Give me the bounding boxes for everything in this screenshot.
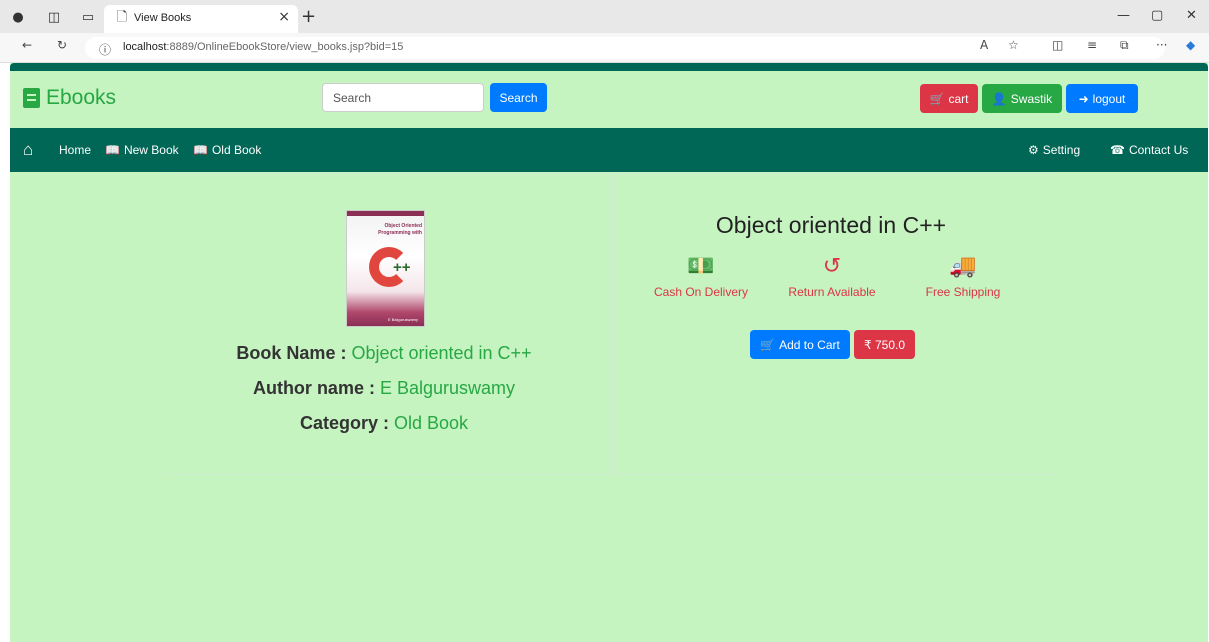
truck-icon: 🚚 [949,253,977,278]
nav-home-label: Home [59,143,92,157]
open-book-icon: 📖 [193,143,208,157]
workspaces-icon[interactable]: ◫ [46,9,62,25]
user-button[interactable]: 👤 Swastik [982,84,1062,113]
search-input[interactable] [322,83,484,112]
author-value: E Balguruswamy [379,378,516,398]
add-to-cart-label: Add to Cart [779,337,840,352]
info-icon[interactable]: ⓘ [99,41,111,58]
brand-logo[interactable]: Ebooks [23,86,116,110]
collections-icon[interactable]: ⧉ [1120,38,1129,53]
book-name-line: Book Name : Object oriented in C++ [160,343,608,364]
cover-title: Object Oriented Programming with [378,223,422,236]
nav-setting-label: Setting [1042,143,1081,157]
nav-contact-label: Contact Us [1128,143,1189,157]
address-toolbar: ← ↻ ⓘ localhost:8889/OnlineEbookStore/vi… [0,33,1209,63]
top-strip [10,63,1208,71]
cart-icon: 🛒 [929,91,945,106]
new-tab-icon[interactable]: + [301,6,316,27]
money-icon: 💵 [687,253,715,278]
price-button[interactable]: ₹ 750.0 [854,330,915,359]
close-tab-icon[interactable]: × [278,9,290,25]
nav-contact[interactable]: ☎ Contact Us [1110,143,1188,157]
home-icon[interactable]: ⌂ [23,140,33,160]
search-button[interactable]: Search [490,83,547,112]
browser-tab[interactable]: 🗋 View Books × [104,5,298,33]
url-text[interactable]: localhost:8889/OnlineEbookStore/view_boo… [123,41,403,53]
feature-return-available: ↺ Return Available [772,253,892,299]
nav-new-book[interactable]: 📖 New Book [105,143,179,157]
close-window-icon[interactable]: ✕ [1186,8,1197,23]
back-icon[interactable]: ← [22,38,32,52]
feature-label: Return Available [788,285,876,299]
book-name-label: Book Name : [236,343,347,363]
author-line: Author name : E Balguruswamy [160,378,608,399]
cover-symbol: ++ [393,259,411,276]
feature-free-shipping: 🚚 Free Shipping [903,253,1023,299]
add-to-cart-button[interactable]: 🛒 Add to Cart [750,330,850,359]
url-host: localhost [123,41,167,53]
feature-label: Cash On Delivery [653,285,749,299]
logout-icon: ➜ [1078,91,1089,106]
browser-tab-strip: ● ◫ ▭ 🗋 View Books × + — ▢ ✕ [0,0,1209,33]
page-icon: 🗋 [116,10,128,25]
open-book-icon: 📖 [105,143,120,157]
phone-icon: ☎ [1110,143,1125,157]
cart-button[interactable]: 🛒 cart [920,84,978,113]
category-line: Category : Old Book [160,413,608,434]
page-body: Ebooks Search 🛒 cart 👤 Swastik ➜ logout … [10,63,1208,642]
book-title: Object oriented in C++ [715,212,947,238]
profile-avatar-icon[interactable]: ● [10,9,26,25]
url-path: :8889/OnlineEbookStore/view_books.jsp?bi… [166,41,404,53]
book-icon [23,88,40,108]
logout-button[interactable]: ➜ logout [1066,84,1138,113]
nav-old-book-label: Old Book [211,143,262,157]
read-aloud-icon[interactable]: A [980,38,988,52]
tab-title: View Books [134,12,192,24]
gears-icon: ⚙ [1028,143,1039,157]
category-label: Category : [299,413,389,433]
copilot-icon[interactable]: ◆ [1186,38,1195,52]
author-label: Author name : [252,378,375,398]
user-label: Swastik [1010,91,1053,106]
restore-icon[interactable]: ▢ [1151,8,1163,23]
nav-setting[interactable]: ⚙ Setting [1028,143,1080,157]
cart-label: cart [948,91,969,106]
feature-label: Free Shipping [925,285,1001,299]
favorites-list-icon[interactable]: ≡ [1087,38,1097,52]
book-name-value: Object oriented in C++ [351,343,532,363]
nav-home[interactable]: Home [59,143,91,157]
user-plus-icon: 👤 [991,91,1007,106]
minimize-icon[interactable]: — [1117,8,1130,23]
nav-old-book[interactable]: 📖 Old Book [193,143,261,157]
nav-new-book-label: New Book [123,143,179,157]
main-navbar: ⌂ Home 📖 New Book 📖 Old Book ⚙ Setting ☎… [10,128,1208,172]
cart-icon: 🛒 [760,337,776,352]
cover-band [347,211,424,216]
more-icon[interactable]: ··· [1156,38,1167,52]
logout-label: logout [1092,91,1126,106]
category-value: Old Book [393,413,469,433]
undo-icon: ↺ [822,253,842,278]
split-screen-icon[interactable]: ◫ [1052,38,1063,52]
brand-name: Ebooks [46,86,117,109]
address-bar[interactable]: ⓘ localhost:8889/OnlineEbookStore/view_b… [85,37,1165,59]
favorite-icon[interactable]: ☆ [1008,38,1019,52]
feature-cash-on-delivery: 💵 Cash On Delivery [641,253,761,299]
cover-author: E Balguruswamy [387,317,418,322]
refresh-icon[interactable]: ↻ [57,38,67,52]
book-cover-image: Object Oriented Programming with ++ E Ba… [346,210,425,327]
tab-actions-icon[interactable]: ▭ [80,9,96,25]
